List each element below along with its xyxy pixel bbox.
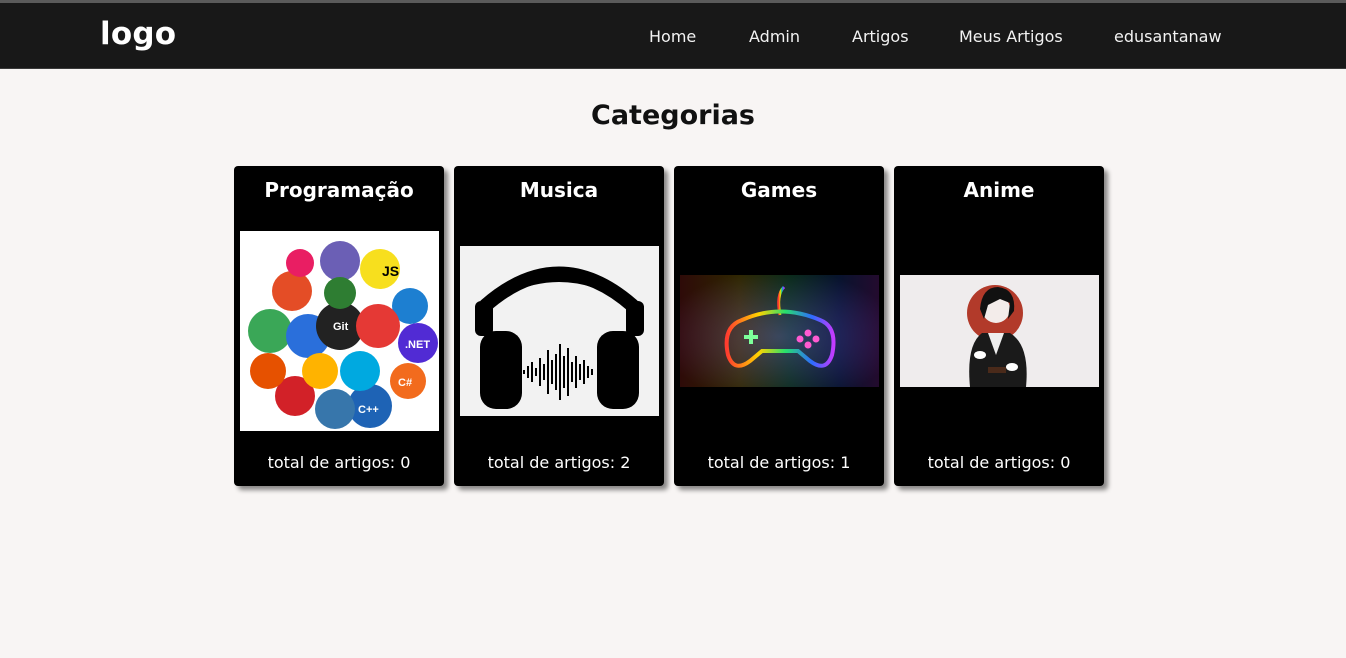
nav-admin-link[interactable]: Admin [749, 27, 800, 46]
article-count: total de artigos: 2 [487, 453, 631, 472]
category-title: Games [740, 178, 818, 202]
nav-artigos-link[interactable]: Artigos [852, 27, 909, 46]
article-count: total de artigos: 0 [927, 453, 1071, 472]
category-card-anime[interactable]: Anime total de artigos: 0 [894, 166, 1104, 486]
category-title: Anime [963, 178, 1035, 202]
svg-text:.NET: .NET [405, 339, 430, 351]
article-count: total de artigos: 0 [267, 453, 411, 472]
svg-text:Git: Git [333, 321, 349, 333]
category-card-games[interactable]: Games total de artigos: 1 [674, 166, 884, 486]
anime-character-icon [900, 275, 1099, 387]
article-count: total de artigos: 1 [707, 453, 851, 472]
navbar: logo Home Admin Artigos Meus Artigos edu… [0, 3, 1346, 69]
nav-meus-artigos-link[interactable]: Meus Artigos [959, 27, 1063, 46]
nav-user-link[interactable]: edusantanaw [1114, 27, 1222, 46]
programming-stickers-icon: JS .NET C# C++ Git [240, 231, 439, 431]
headphones-icon [460, 246, 659, 416]
gamepad-icon [680, 275, 879, 387]
svg-text:JS: JS [382, 263, 399, 279]
svg-text:C++: C++ [358, 404, 379, 416]
category-card-musica[interactable]: Musica total de artigos: 2 [454, 166, 664, 486]
svg-text:C#: C# [398, 377, 412, 389]
page-title: Categorias [591, 100, 755, 131]
logo-link[interactable]: logo [100, 16, 176, 52]
category-title: Musica [519, 178, 599, 202]
nav-home-link[interactable]: Home [649, 27, 696, 46]
category-card-programacao[interactable]: Programação JS .NET C# C++ Git total de … [234, 166, 444, 486]
category-title: Programação [264, 178, 414, 202]
